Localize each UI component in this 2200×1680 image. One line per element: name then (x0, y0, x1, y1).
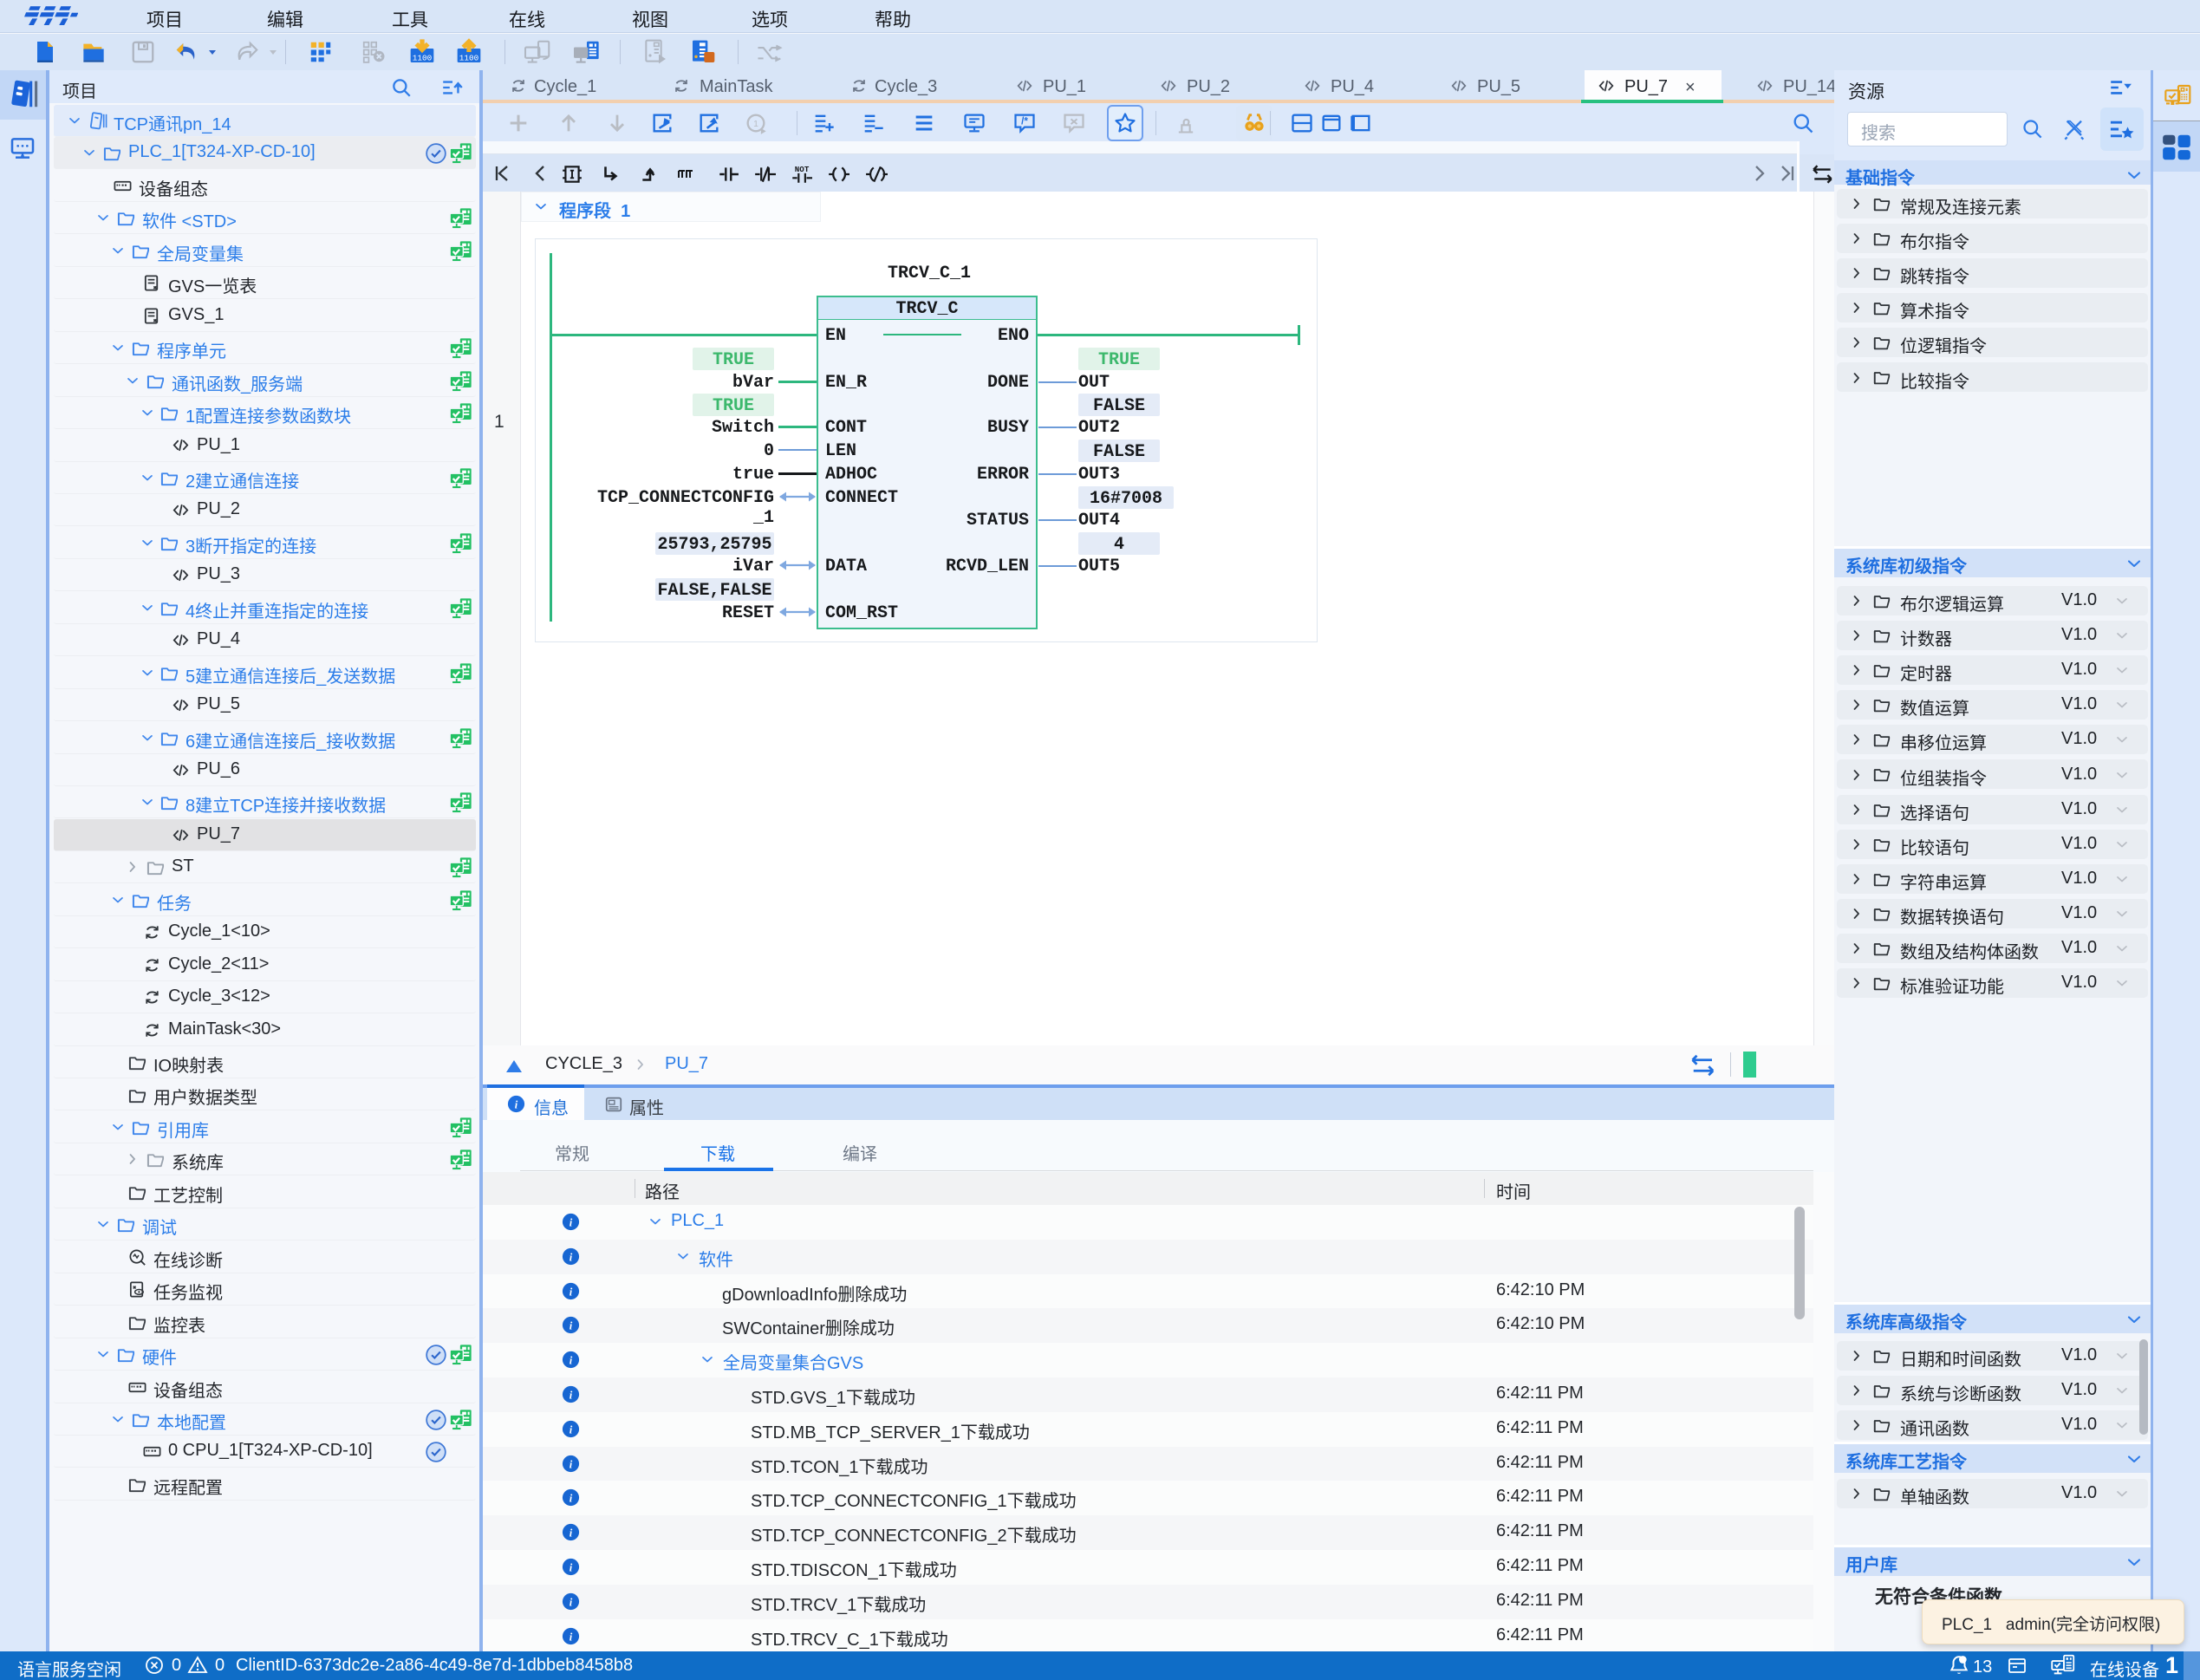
svg-text:i: i (515, 1098, 518, 1110)
svg-text:i: i (570, 1527, 573, 1539)
svg-text:i: i (570, 1286, 573, 1298)
svg-text:i: i (570, 1319, 573, 1332)
svg-text:i: i (570, 1354, 573, 1366)
svg-text:i: i (570, 1631, 573, 1643)
svg-text:NOT: NOT (795, 165, 810, 174)
svg-text:i: i (570, 1561, 573, 1573)
svg-text:/*: /* (1021, 116, 1028, 127)
svg-text:i: i (570, 1492, 573, 1504)
svg-text:i: i (570, 1458, 573, 1470)
svg-text:1100: 1100 (413, 53, 433, 62)
svg-text:i: i (570, 1216, 573, 1228)
svg-text:i: i (570, 1251, 573, 1263)
svg-text:1100: 1100 (459, 53, 479, 62)
svg-text:1: 1 (753, 119, 758, 129)
svg-text:i: i (570, 1596, 573, 1608)
svg-text:i: i (570, 1389, 573, 1401)
svg-text:i: i (570, 1423, 573, 1436)
